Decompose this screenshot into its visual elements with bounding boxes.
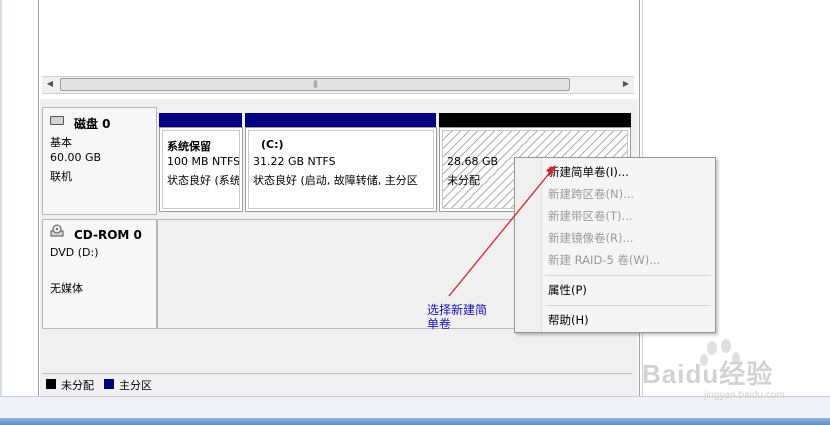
annotation-text: 选择新建简 单卷 bbox=[427, 303, 513, 331]
annotation-line-2: 单卷 bbox=[427, 317, 452, 331]
watermark-url: jingyan.baidu.com bbox=[704, 390, 785, 401]
watermark-brand: Baidu经验 bbox=[642, 359, 774, 389]
annotation-line-1: 选择新建简 bbox=[427, 303, 488, 317]
